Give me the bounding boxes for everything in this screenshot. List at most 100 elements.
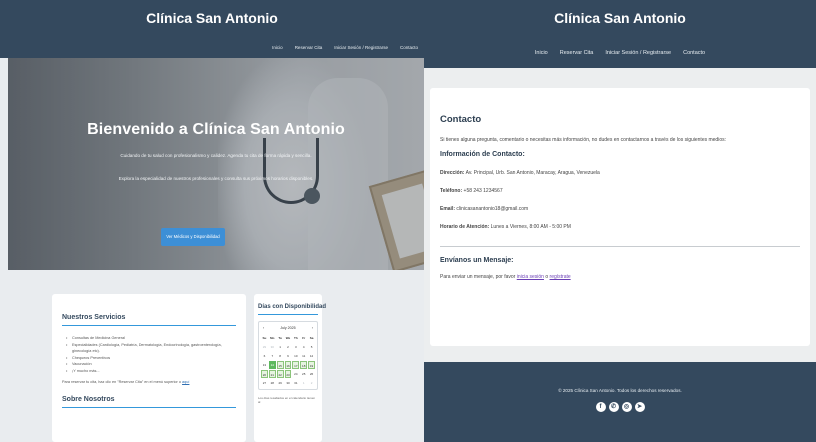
register-link[interactable]: regístrate — [550, 274, 571, 280]
calendar-day[interactable]: 30 — [285, 379, 292, 387]
services-card: Nuestros Servicios Consultas de Medicina… — [52, 294, 246, 442]
calendar-day[interactable]: 29 — [277, 379, 284, 387]
site-title: Clínica San Antonio — [146, 10, 278, 26]
nav-bar: Inicio Reservar Cita Iniciar Sesión / Re… — [0, 36, 424, 58]
phone-value: +58 243 1234567 — [463, 188, 503, 194]
nav-contacto[interactable]: Contacto — [400, 45, 418, 50]
calendar-day[interactable]: 15 — [276, 361, 284, 369]
calendar-weekday: Sa — [309, 336, 314, 340]
calendar-weekday: Th — [294, 336, 298, 340]
address-label: Dirección: — [440, 170, 465, 176]
calendar-day[interactable]: 10 — [292, 352, 299, 360]
calendar-weekday: Su — [262, 336, 267, 340]
calendar-day[interactable]: 4 — [300, 343, 307, 351]
calendar-day[interactable]: 29 — [261, 343, 268, 351]
calendar-day[interactable]: 26 — [308, 370, 315, 378]
calendar-day[interactable]: 5 — [308, 343, 315, 351]
booking-note: Para reservar tu cita, haz clic en "Rese… — [62, 380, 236, 384]
calendar-header: ‹ July 2025 › — [261, 324, 315, 332]
address-value: Av. Principal, Urb. San Antonio, Maracay… — [465, 170, 600, 176]
calendar-day[interactable]: 22 — [276, 370, 284, 378]
calendar-day[interactable]: 31 — [292, 379, 299, 387]
calendar-day[interactable]: 20 — [261, 370, 268, 378]
nav-inicio[interactable]: Inicio — [535, 50, 548, 56]
calendar-day[interactable]: 8 — [277, 352, 284, 360]
calendar-day[interactable]: 2 — [308, 379, 315, 387]
contact-intro: Si tienes alguna pregunta, comentario o … — [440, 137, 726, 143]
or-text: o — [545, 274, 549, 280]
instagram-icon[interactable]: ◎ — [621, 402, 632, 412]
calendar-day[interactable]: 18 — [300, 361, 308, 369]
calendar-day[interactable]: 2 — [285, 343, 292, 351]
nav-login-register[interactable]: Iniciar Sesión / Registrarse — [605, 50, 671, 56]
calendar-day[interactable]: 11 — [300, 352, 307, 360]
social-icons: f ✆ ◎ ➤ — [424, 402, 816, 412]
services-list: Consultas de Medicina General Especialid… — [62, 335, 236, 374]
calendar-weekday: Tu — [278, 336, 282, 340]
calendar-day[interactable]: 16 — [284, 361, 292, 369]
email-line: Email: clinicasanantonio18@gmail.com — [440, 206, 800, 212]
telegram-icon[interactable]: ➤ — [634, 402, 645, 412]
contact-title: Contacto — [440, 114, 482, 125]
hero-text: Explora la especialidad de nuestros prof… — [118, 176, 314, 181]
calendar-month: July 2025 — [280, 326, 296, 330]
hero-banner: Bienvenido a Clínica San Antonio Cuidand… — [8, 58, 424, 270]
site-footer: © 2025 Clínica San Antonio. Todos los de… — [424, 362, 816, 442]
calendar-day[interactable]: 27 — [261, 379, 268, 387]
hero-subtitle: Cuidando de tu salud con profesionalismo… — [120, 153, 312, 158]
booking-here-link[interactable]: aquí — [182, 380, 189, 384]
calendar-day[interactable]: 23 — [284, 370, 292, 378]
calendar-day[interactable]: 12 — [308, 352, 315, 360]
divider — [440, 246, 800, 247]
login-link[interactable]: inicia sesión — [517, 274, 544, 280]
calendar-day[interactable]: 13 — [261, 361, 268, 369]
home-page-screenshot: Clínica San Antonio Inicio Reservar Cita… — [0, 0, 424, 442]
calendar-weekday: Fr — [302, 336, 306, 340]
calendar-day[interactable]: 14 — [268, 361, 276, 369]
nav-reservar-cita[interactable]: Reservar Cita — [295, 45, 323, 50]
phone-line: Teléfono: +58 243 1234567 — [440, 188, 800, 194]
footer-copyright: © 2025 Clínica San Antonio. Todos los de… — [558, 388, 682, 393]
calendar-day[interactable]: 1 — [277, 343, 284, 351]
whatsapp-icon[interactable]: ✆ — [608, 402, 619, 412]
prev-month-icon[interactable]: ‹ — [263, 326, 264, 330]
calendar-day[interactable]: 21 — [268, 370, 276, 378]
calendar-day[interactable]: 7 — [269, 352, 276, 360]
calendar-day[interactable]: 17 — [292, 361, 300, 369]
next-month-icon[interactable]: › — [312, 326, 313, 330]
calendar-day[interactable]: 6 — [261, 352, 268, 360]
site-header: Clínica San Antonio — [0, 0, 424, 36]
calendar-grid: Su Mo Tu We Th Fr Sa 29 30 1 2 3 4 5 6 7 8 9 10 11 12 13 14 15 1… — [261, 334, 315, 387]
calendar-day[interactable]: 25 — [300, 370, 307, 378]
availability-footnote: Los días resaltados en el calendario tie… — [258, 396, 316, 404]
message-title: Envíanos un Mensaje: — [440, 257, 514, 264]
calendar-day[interactable]: 9 — [285, 352, 292, 360]
contact-card: Contacto Si tienes alguna pregunta, come… — [430, 88, 810, 346]
calendar-weekday: Mo — [270, 336, 275, 340]
booking-note-text: Para reservar tu cita, haz clic en "Rese… — [62, 380, 181, 384]
site-title: Clínica San Antonio — [554, 10, 686, 26]
nav-login-register[interactable]: Iniciar Sesión / Registrarse — [334, 45, 388, 50]
address-line: Dirección: Av. Principal, Urb. San Anton… — [440, 170, 800, 176]
calendar: ‹ July 2025 › Su Mo Tu We Th Fr Sa 29 30 1 2 3 4 5 6 7 8… — [258, 321, 318, 390]
list-item: Especialidades (Cardiología, Pediatría, … — [62, 342, 236, 355]
email-label: Email: — [440, 206, 456, 212]
nav-inicio[interactable]: Inicio — [272, 45, 283, 50]
facebook-icon[interactable]: f — [595, 402, 606, 412]
hours-value: Lunes a Viernes, 8:00 AM - 5:00 PM — [490, 224, 571, 230]
doctors-availability-button[interactable]: Ver Médicos y Disponibilidad — [161, 228, 225, 246]
calendar-day[interactable]: 1 — [300, 379, 307, 387]
nav-reservar-cita[interactable]: Reservar Cita — [560, 50, 594, 56]
availability-title: Días con Disponibilidad — [258, 304, 326, 315]
calendar-day[interactable]: 30 — [269, 343, 276, 351]
hours-label: Horario de Atención: — [440, 224, 490, 230]
hours-line: Horario de Atención: Lunes a Viernes, 8:… — [440, 224, 800, 230]
availability-card: Días con Disponibilidad ‹ July 2025 › Su… — [254, 294, 326, 442]
message-text-label: Para enviar un mensaje, por favor — [440, 274, 516, 280]
nav-bar: Inicio Reservar Cita Iniciar Sesión / Re… — [424, 38, 816, 68]
calendar-day[interactable]: 19 — [308, 361, 315, 369]
nav-contacto[interactable]: Contacto — [683, 50, 705, 56]
calendar-day[interactable]: 3 — [292, 343, 299, 351]
calendar-day[interactable]: 28 — [269, 379, 276, 387]
calendar-day[interactable]: 24 — [292, 370, 299, 378]
